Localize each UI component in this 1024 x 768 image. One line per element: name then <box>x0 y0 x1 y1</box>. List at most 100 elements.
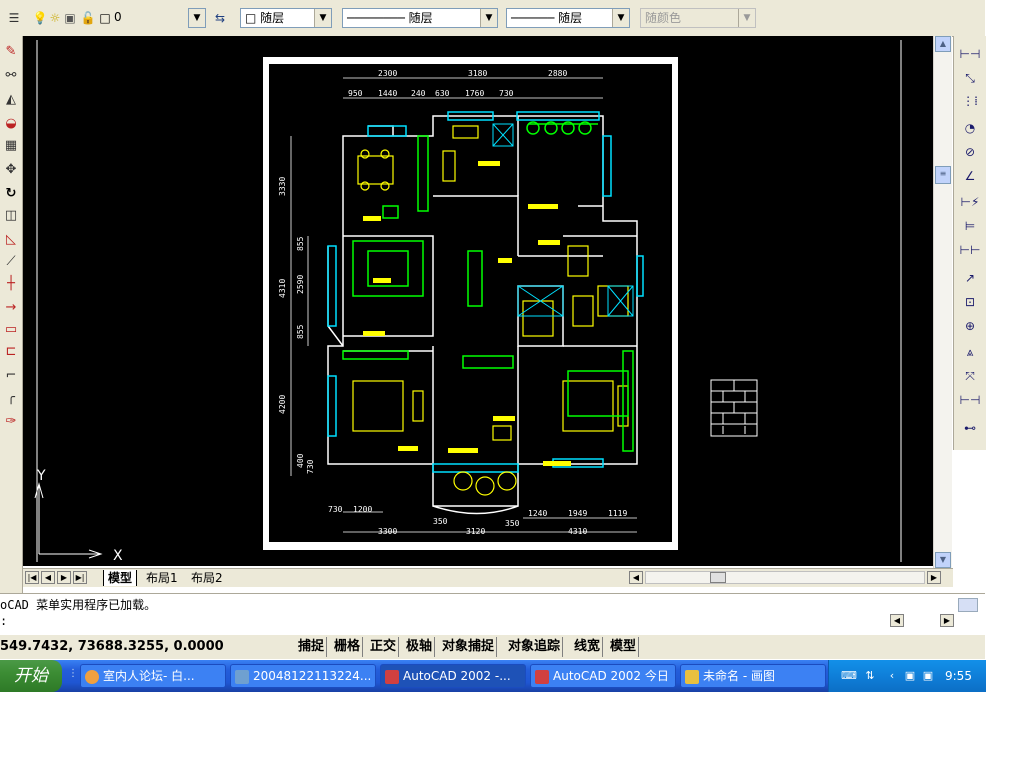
computer-icon[interactable]: ▣ <box>903 669 917 683</box>
last-tab-button[interactable]: ▶| <box>73 571 87 584</box>
diameter-dim-icon[interactable]: ⊘ <box>959 142 981 162</box>
array-icon[interactable]: ▦ <box>2 136 20 156</box>
cmd-scroll-right[interactable]: ▶ <box>940 614 954 627</box>
ucs-y-label: Y <box>36 468 46 484</box>
scale-icon[interactable]: ◫ <box>2 206 20 226</box>
command-prompt[interactable]: : <box>0 614 7 628</box>
linetype-dropdown-arrow[interactable]: ▼ <box>480 9 497 27</box>
task-paint[interactable]: 未命名 - 画图 <box>680 664 826 688</box>
ucs-x-label: X <box>113 548 123 564</box>
ordinate-dim-icon[interactable]: ⋮⁞ <box>959 91 981 111</box>
dim-top2-1: 950 <box>348 89 363 98</box>
dim-bottom2-3: 4310 <box>568 527 587 536</box>
command-window[interactable]: oCAD 菜单实用程序已加载。 : ◀ ▶ <box>0 593 985 634</box>
make-current-layer-icon[interactable]: ⇆ <box>212 10 228 26</box>
dim-top2-3: 240 <box>411 89 426 98</box>
vertical-scrollbar[interactable]: ▲ ≡ ▼ <box>933 36 952 568</box>
hscroll-left-arrow[interactable]: ◀ <box>629 571 643 584</box>
break-icon[interactable]: ⊏ <box>2 342 20 362</box>
ortho-toggle[interactable]: 正交 <box>368 637 400 657</box>
hscroll-thumb[interactable] <box>710 572 726 583</box>
extend-icon[interactable]: → <box>2 298 20 318</box>
baseline-dim-icon[interactable]: ⊨ <box>959 216 981 236</box>
dim-edit-icon[interactable]: ⩓ <box>959 342 981 362</box>
first-tab-button[interactable]: |◀ <box>25 571 39 584</box>
tab-model[interactable]: 模型 <box>103 570 138 586</box>
layers-icon[interactable]: ☰ <box>6 10 22 26</box>
dim-update-icon[interactable]: ⊢⊣ <box>959 390 981 410</box>
task-image-file[interactable]: 20048122113224... <box>230 664 376 688</box>
otrack-toggle[interactable]: 对象追踪 <box>506 637 564 657</box>
break-point-icon[interactable]: ▭ <box>2 320 20 340</box>
mirror-icon[interactable]: ◭ <box>2 90 20 110</box>
tolerance-icon[interactable]: ⊡ <box>959 292 981 312</box>
connection-icon[interactable]: ▣ <box>921 669 935 683</box>
scroll-down-arrow[interactable]: ▼ <box>935 552 951 568</box>
lineweight-combo[interactable]: ────── 随层 ▼ <box>506 8 630 28</box>
drawing-canvas[interactable]: 2300 3180 2880 950 1440 240 630 1760 730… <box>23 36 933 566</box>
scroll-thumb[interactable]: ≡ <box>935 166 951 184</box>
layer-dropdown-arrow[interactable]: ▼ <box>188 8 206 28</box>
rotate-icon[interactable]: ↻ <box>2 184 20 204</box>
dim-top2-6: 730 <box>499 89 514 98</box>
ucs-icon <box>34 482 103 559</box>
chamfer-icon[interactable]: ⌐ <box>2 366 20 386</box>
snap-toggle[interactable]: 捕捉 <box>296 637 328 657</box>
next-tab-button[interactable]: ▶ <box>57 571 71 584</box>
fillet-icon[interactable]: ╭ <box>2 388 20 408</box>
scroll-up-arrow[interactable]: ▲ <box>935 36 951 52</box>
dim-bottom2-2: 3120 <box>466 527 485 536</box>
dim-style-icon[interactable]: ⊷ <box>959 418 981 438</box>
tab-layout2[interactable]: 布局2 <box>188 570 226 586</box>
task-autocad-today[interactable]: AutoCAD 2002 今日 <box>530 664 676 688</box>
prev-tab-button[interactable]: ◀ <box>41 571 55 584</box>
osnap-toggle[interactable]: 对象捕捉 <box>440 637 498 657</box>
cmd-scroll-left[interactable]: ◀ <box>890 614 904 627</box>
dim-bottom-2: 1200 <box>353 505 372 514</box>
radius-dim-icon[interactable]: ◔ <box>959 118 981 138</box>
model-toggle[interactable]: 模型 <box>608 637 640 657</box>
lineweight-toggle[interactable]: 线宽 <box>572 637 604 657</box>
dim-top2-4: 630 <box>435 89 450 98</box>
trim-icon[interactable]: ┼ <box>2 274 20 294</box>
dim-bottom-3: 350 <box>433 517 448 526</box>
linetype-combo[interactable]: ──────── 随层 ▼ <box>342 8 498 28</box>
explode-icon[interactable]: ✑ <box>2 412 20 432</box>
task-forum-browser[interactable]: 室内人论坛- 白... <box>80 664 226 688</box>
color-combo[interactable]: □ 随层 ▼ <box>240 8 332 28</box>
lengthen-icon[interactable]: ⟋ <box>2 252 20 272</box>
color-dropdown-arrow[interactable]: ▼ <box>314 9 331 27</box>
offset-icon[interactable]: ◒ <box>2 114 20 134</box>
hscroll-right-arrow[interactable]: ▶ <box>927 571 941 584</box>
stretch-icon[interactable]: ◺ <box>2 230 20 250</box>
linear-dim-icon[interactable]: ⊢⊣ <box>959 44 981 64</box>
center-mark-icon[interactable]: ⊕ <box>959 316 981 336</box>
copy-icon[interactable]: ⚯ <box>2 66 20 86</box>
aligned-dim-icon[interactable]: ⤡ <box>959 68 981 88</box>
task-autocad-drawing[interactable]: AutoCAD 2002 -... <box>380 664 526 688</box>
dim-top2-5: 1760 <box>465 89 484 98</box>
dim-text-edit-icon[interactable]: ⤧ <box>959 366 981 386</box>
clock[interactable]: 9:55 <box>945 660 972 692</box>
network-icon[interactable]: ⇅ <box>863 669 877 683</box>
quick-dim-icon[interactable]: ⊢⚡ <box>959 192 981 212</box>
leader-icon[interactable]: ↗ <box>959 268 981 288</box>
keyboard-icon[interactable]: ⌨ <box>841 669 857 683</box>
lineweight-dropdown-arrow[interactable]: ▼ <box>612 9 629 27</box>
erase-icon[interactable]: ✎ <box>2 42 20 62</box>
layout-tab-bar: |◀ ◀ ▶ ▶| 模型 布局1 布局2 ◀ ▶ <box>23 568 953 587</box>
move-icon[interactable]: ✥ <box>2 160 20 180</box>
polar-toggle[interactable]: 极轴 <box>404 637 436 657</box>
command-scroll-thumb[interactable] <box>958 598 978 612</box>
layer-combo[interactable]: 0 ▼ <box>30 8 206 28</box>
continue-dim-icon[interactable]: ⊢⊢ <box>959 240 981 260</box>
tab-layout1[interactable]: 布局1 <box>143 570 181 586</box>
dim-bottom-5: 1240 <box>528 509 547 518</box>
properties-toolbar: ☰ 💡 ☼ ▣ 🔓 □ 0 ▼ ⇆ □ 随层 ▼ ──────── 随层 ▼ ─… <box>0 0 985 37</box>
dim-bottom-7: 1119 <box>608 509 627 518</box>
grid-toggle[interactable]: 栅格 <box>332 637 364 657</box>
expand-tray-icon[interactable]: ‹ <box>885 669 899 683</box>
angular-dim-icon[interactable]: ∠ <box>959 166 981 186</box>
start-button[interactable]: 开始 <box>0 660 62 692</box>
horizontal-scrollbar[interactable] <box>645 571 925 584</box>
